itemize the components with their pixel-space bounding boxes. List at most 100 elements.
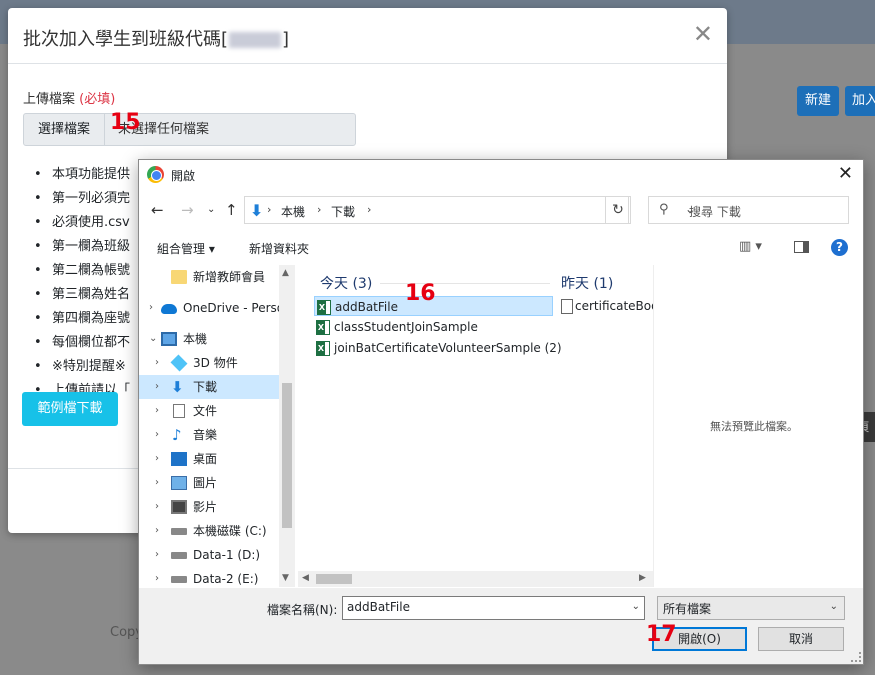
tree-item-documents[interactable]: › 文件	[139, 399, 279, 423]
required-label: (必填)	[79, 92, 116, 107]
tree-item-label: 桌面	[193, 452, 218, 466]
file-item-joinbatcertificate[interactable]: joinBatCertificateVolunteerSample (2)	[314, 338, 574, 358]
dialog-close-icon[interactable]: ✕	[838, 164, 853, 184]
file-input[interactable]: 選擇檔案 未選擇任何檔案	[23, 113, 356, 146]
chevron-right-icon[interactable]: ›	[155, 399, 159, 423]
navigation-scrollbar-thumb[interactable]	[282, 383, 292, 528]
tree-item-drive-d[interactable]: › Data-1 (D:)	[139, 543, 279, 567]
chevron-right-icon[interactable]: ›	[155, 519, 159, 543]
tree-item-drive-c[interactable]: › 本機磁碟 (C:)	[139, 519, 279, 543]
instruction-item: ※特別提醒※	[34, 355, 130, 379]
view-options-icon[interactable]: ▥ ▾	[739, 239, 762, 254]
help-icon[interactable]: ?	[831, 239, 848, 256]
organize-menu[interactable]: 組合管理 ▾	[157, 240, 215, 257]
tree-item-label: 3D 物件	[193, 356, 238, 370]
dialog-bottom-bar: 檔案名稱(N): addBatFile ⌄ 所有檔案 ⌄ 開啟(O) 取消	[139, 588, 863, 664]
chevron-right-icon[interactable]: ›	[149, 296, 153, 320]
desktop-icon	[171, 452, 187, 466]
scroll-left-icon[interactable]: ◀	[302, 573, 309, 583]
documents-icon	[173, 404, 185, 418]
preview-pane: 無法預覽此檔案。	[653, 265, 863, 587]
modal-header: 批次加入學生到班級代碼[] ✕	[8, 8, 727, 64]
new-folder-button[interactable]: 新增資料夾	[249, 240, 309, 257]
instruction-item: 本項功能提供	[34, 163, 130, 187]
excel-file-icon	[317, 300, 331, 315]
background-new-button[interactable]: 新建	[797, 86, 839, 116]
onedrive-icon	[161, 304, 177, 314]
navigation-scrollbar[interactable]: ▲ ▼	[279, 265, 295, 587]
preview-pane-icon[interactable]	[794, 241, 809, 253]
forward-arrow-icon[interactable]: →	[181, 201, 194, 219]
recent-locations-chevron-icon[interactable]: ⌄	[207, 204, 215, 215]
chevron-right-icon[interactable]: ›	[155, 567, 159, 587]
file-item-classstudentjoinsample[interactable]: classStudentJoinSample	[314, 317, 553, 337]
tree-item-label: Data-2 (E:)	[193, 572, 259, 586]
sample-download-button[interactable]: 範例檔下載	[22, 392, 118, 426]
chevron-down-icon[interactable]: ⌄	[149, 327, 157, 351]
chevron-right-icon[interactable]: ›	[155, 495, 159, 519]
chevron-right-icon[interactable]: ›	[155, 471, 159, 495]
choose-file-button[interactable]: 選擇檔案	[24, 114, 105, 145]
navigation-pane: 新增教師會員 › OneDrive - Perso ⌄ 本機 › 3D 物件 ›…	[139, 265, 295, 587]
chevron-down-icon[interactable]: ⌄	[632, 601, 640, 612]
horizontal-scrollbar-thumb[interactable]	[316, 574, 352, 584]
tree-item-desktop[interactable]: › 桌面	[139, 447, 279, 471]
modal-title-suffix: ]	[282, 29, 290, 50]
downloads-location-icon: ⬇	[250, 201, 264, 220]
refresh-icon[interactable]: ↻	[605, 196, 631, 224]
chevron-right-icon[interactable]: ›	[155, 447, 159, 471]
filename-value: addBatFile	[347, 600, 410, 614]
tree-item-label: 音樂	[193, 428, 218, 442]
modal-close-icon[interactable]: ✕	[693, 22, 713, 46]
background-add-button[interactable]: 加入	[845, 86, 875, 116]
tree-item-music[interactable]: › ♪ 音樂	[139, 423, 279, 447]
videos-icon	[171, 500, 187, 514]
group-header-yesterday[interactable]: 昨天 (1)	[561, 273, 613, 293]
filetype-value: 所有檔案	[663, 602, 712, 616]
cancel-button[interactable]: 取消	[758, 627, 844, 651]
excel-file-icon	[316, 341, 330, 356]
tree-item-label: 影片	[193, 500, 218, 514]
tree-item-videos[interactable]: › 影片	[139, 495, 279, 519]
scroll-down-icon[interactable]: ▼	[282, 573, 289, 583]
address-segment-downloads[interactable]: 下載	[331, 203, 355, 220]
search-input[interactable]: ⚲ 搜尋 下載	[648, 196, 849, 224]
tree-item-teacher-folder[interactable]: 新增教師會員	[139, 265, 279, 289]
chevron-right-icon[interactable]: ›	[155, 351, 159, 375]
tree-item-this-pc[interactable]: ⌄ 本機	[139, 327, 279, 351]
resize-grip-icon[interactable]	[851, 652, 861, 662]
file-open-dialog: 開啟 ✕ ← → ⌄ ↑ ⬇ › 本機 › 下載 › ⌄ ↻ ⚲ 搜尋 下載 組…	[138, 159, 864, 665]
filetype-select[interactable]: 所有檔案 ⌄	[657, 596, 845, 620]
modal-title: 批次加入學生到班級代碼[]	[23, 25, 289, 51]
up-arrow-icon[interactable]: ↑	[225, 201, 238, 219]
tree-item-onedrive[interactable]: › OneDrive - Perso	[139, 296, 284, 320]
tree-item-downloads[interactable]: › ⬇ 下載	[139, 375, 279, 399]
modal-title-prefix: 批次加入學生到班級代碼[	[23, 29, 229, 50]
tree-item-3d-objects[interactable]: › 3D 物件	[139, 351, 279, 375]
address-bar[interactable]: ⬇ › 本機 › 下載 › ⌄	[244, 196, 695, 224]
filename-label: 檔案名稱(N):	[267, 603, 338, 617]
group-header-today[interactable]: 今天 (3)	[320, 273, 372, 293]
dialog-title: 開啟	[171, 169, 196, 183]
filename-input[interactable]: addBatFile ⌄	[342, 596, 645, 620]
tree-item-drive-e[interactable]: › Data-2 (E:)	[139, 567, 279, 587]
3d-objects-icon	[170, 354, 188, 372]
chevron-right-icon[interactable]: ›	[155, 375, 159, 399]
instruction-item: 第一列必須完	[34, 187, 130, 211]
back-arrow-icon[interactable]: ←	[151, 201, 164, 219]
step-17-annotation: 17	[646, 622, 677, 647]
address-segment-this-pc[interactable]: 本機	[281, 203, 305, 220]
scroll-right-icon[interactable]: ▶	[639, 573, 646, 583]
chevron-right-icon[interactable]: ›	[155, 543, 159, 567]
scroll-up-icon[interactable]: ▲	[282, 268, 289, 278]
upload-label: 上傳檔案 (必填)	[23, 88, 115, 107]
chevron-down-icon[interactable]: ⌄	[830, 601, 838, 612]
file-name: certificateBoo	[575, 299, 653, 313]
tree-item-pictures[interactable]: › 圖片	[139, 471, 279, 495]
file-item-certificate[interactable]: certificateBoo	[559, 296, 653, 316]
instruction-item: 第二欄為帳號	[34, 259, 130, 283]
file-list-horizontal-scrollbar[interactable]: ◀ ▶	[298, 571, 653, 587]
chevron-right-icon[interactable]: ›	[155, 423, 159, 447]
folder-icon	[171, 270, 187, 284]
instruction-item: 第一欄為班級	[34, 235, 130, 259]
